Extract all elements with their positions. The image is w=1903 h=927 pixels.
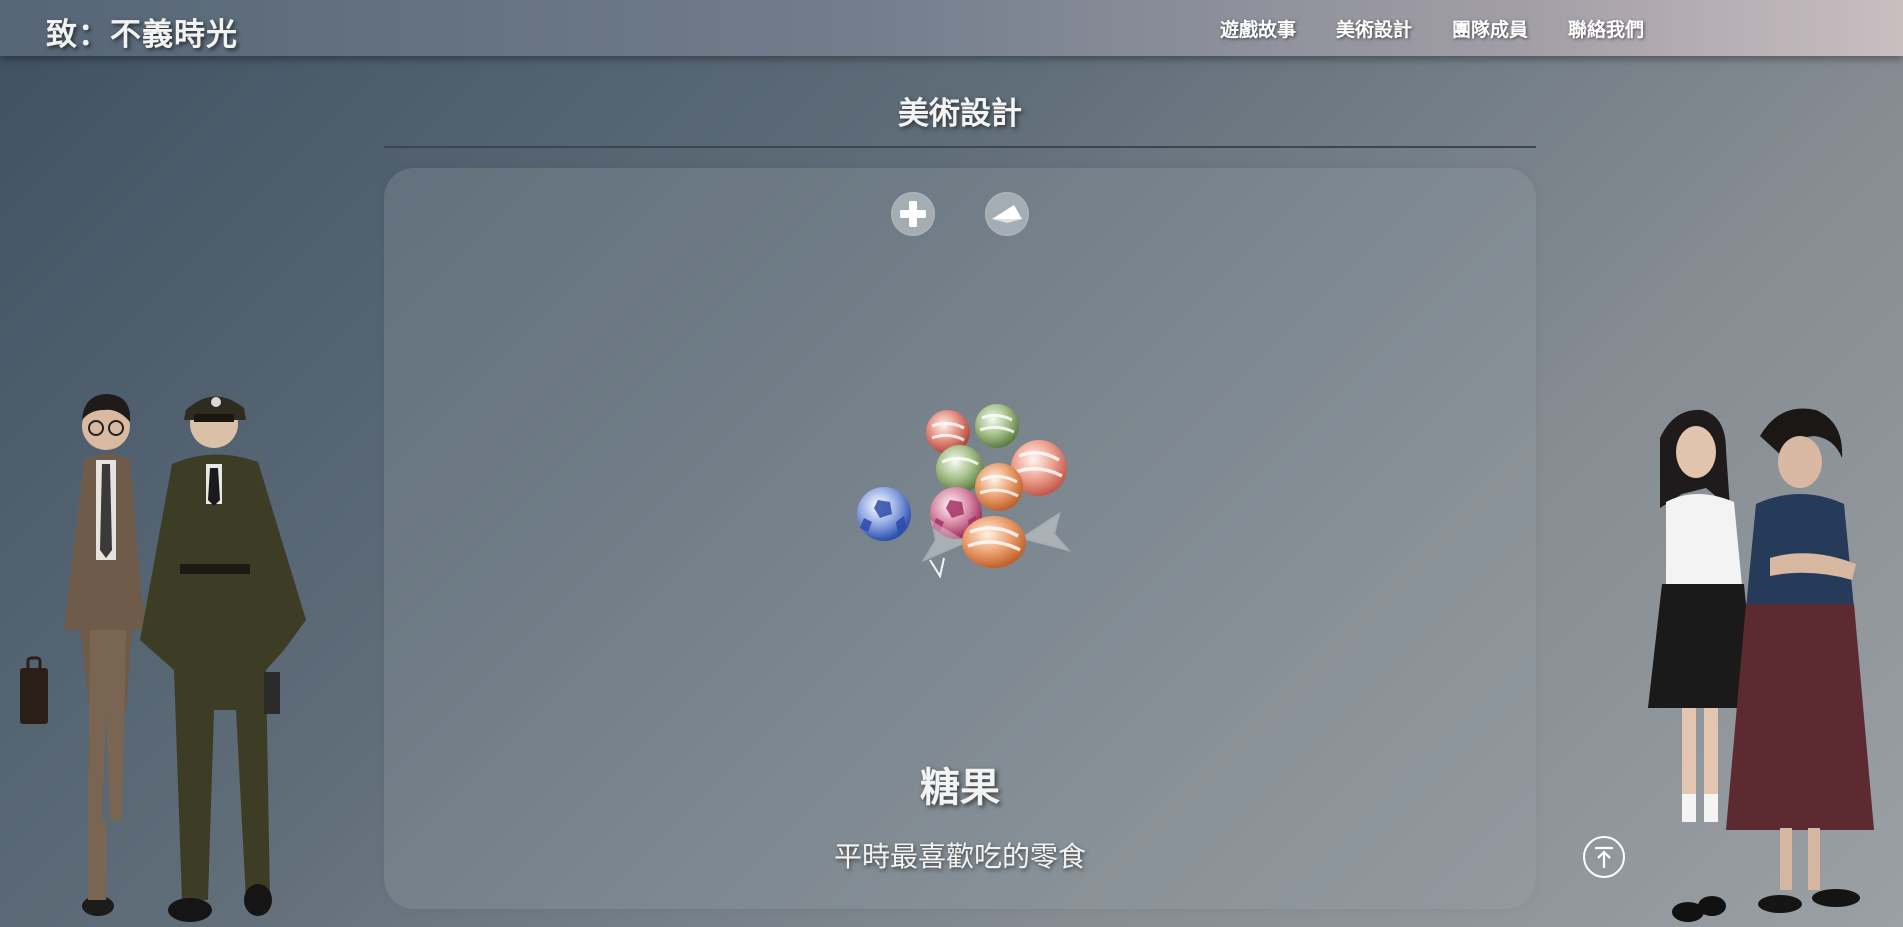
section-divider — [384, 146, 1536, 148]
site-title[interactable]: 致：不義時光 — [46, 9, 238, 54]
share-button[interactable] — [985, 192, 1029, 236]
back-to-top-button[interactable] — [1583, 836, 1625, 878]
nav-item-story[interactable]: 遊戲故事 — [1220, 15, 1296, 42]
arrow-up-icon — [1595, 846, 1613, 868]
top-header: 致：不義時光 遊戲故事 美術設計 團隊成員 聯絡我們 — [0, 0, 1903, 56]
nav-item-art[interactable]: 美術設計 — [1336, 15, 1412, 42]
expand-button[interactable] — [891, 192, 935, 236]
paper-plane-icon — [992, 205, 1022, 223]
nav-item-contact[interactable]: 聯絡我們 — [1568, 15, 1644, 42]
item-description: 平時最喜歡吃的零食 — [833, 840, 1086, 873]
candy-illustration — [857, 404, 1071, 579]
item-name: 糖果 — [920, 765, 1000, 811]
female-characters-illustration — [1648, 408, 1874, 922]
plus-icon — [900, 201, 926, 227]
male-characters-illustration — [20, 394, 306, 922]
nav-item-team[interactable]: 團隊成員 — [1452, 15, 1528, 42]
main-nav: 遊戲故事 美術設計 團隊成員 聯絡我們 — [1220, 0, 1684, 56]
section-title: 美術設計 — [898, 96, 1022, 132]
art-gallery-panel: 糖果 平時最喜歡吃的零食 — [384, 168, 1536, 909]
